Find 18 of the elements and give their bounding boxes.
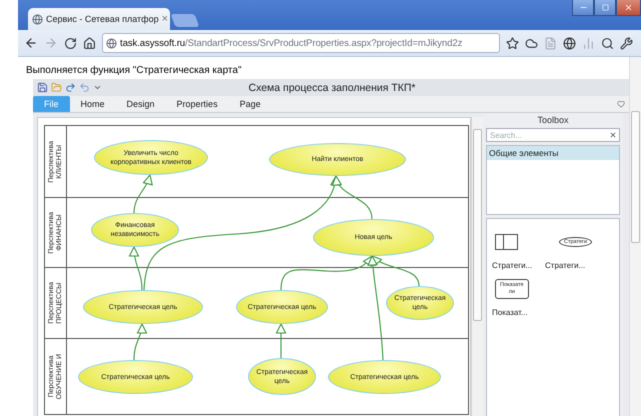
tab-close-button[interactable]: × bbox=[162, 13, 168, 25]
shape-caption: Показат... bbox=[492, 308, 528, 317]
shape-caption: Стратеги... bbox=[545, 261, 586, 270]
ribbon-tab[interactable]: Design bbox=[116, 96, 166, 112]
shape-caption: Стратеги... bbox=[492, 261, 532, 270]
app-title: Схема процесса заполнения ТКП* bbox=[247, 82, 417, 94]
toolbox-title: Toolbox bbox=[536, 115, 570, 125]
browser-tab[interactable]: Сервис - Сетевая платфор × bbox=[28, 8, 170, 30]
address-field[interactable]: task.asyssoft.ru/StandartProcess/SrvProductProperties.aspx?projectId=mJikynd2z bbox=[102, 33, 500, 53]
url-host: task.asyssoft.ru bbox=[120, 38, 186, 48]
ribbon-tab[interactable]: Home bbox=[70, 96, 116, 112]
tab-title: Сервис - Сетевая платфор bbox=[46, 14, 159, 24]
status-text: Выполняется функция "Стратегическая карта" bbox=[26, 65, 243, 78]
category-item[interactable]: Общие элементы bbox=[487, 146, 619, 160]
search-field[interactable]: Search... bbox=[486, 128, 620, 142]
url-path: /StandartProcess/SrvProductProperties.aspx?projectId=mJikynd2z bbox=[185, 38, 462, 48]
ribbon-tab[interactable]: Properties bbox=[166, 96, 229, 112]
ribbon-tab[interactable]: Page bbox=[228, 96, 272, 112]
